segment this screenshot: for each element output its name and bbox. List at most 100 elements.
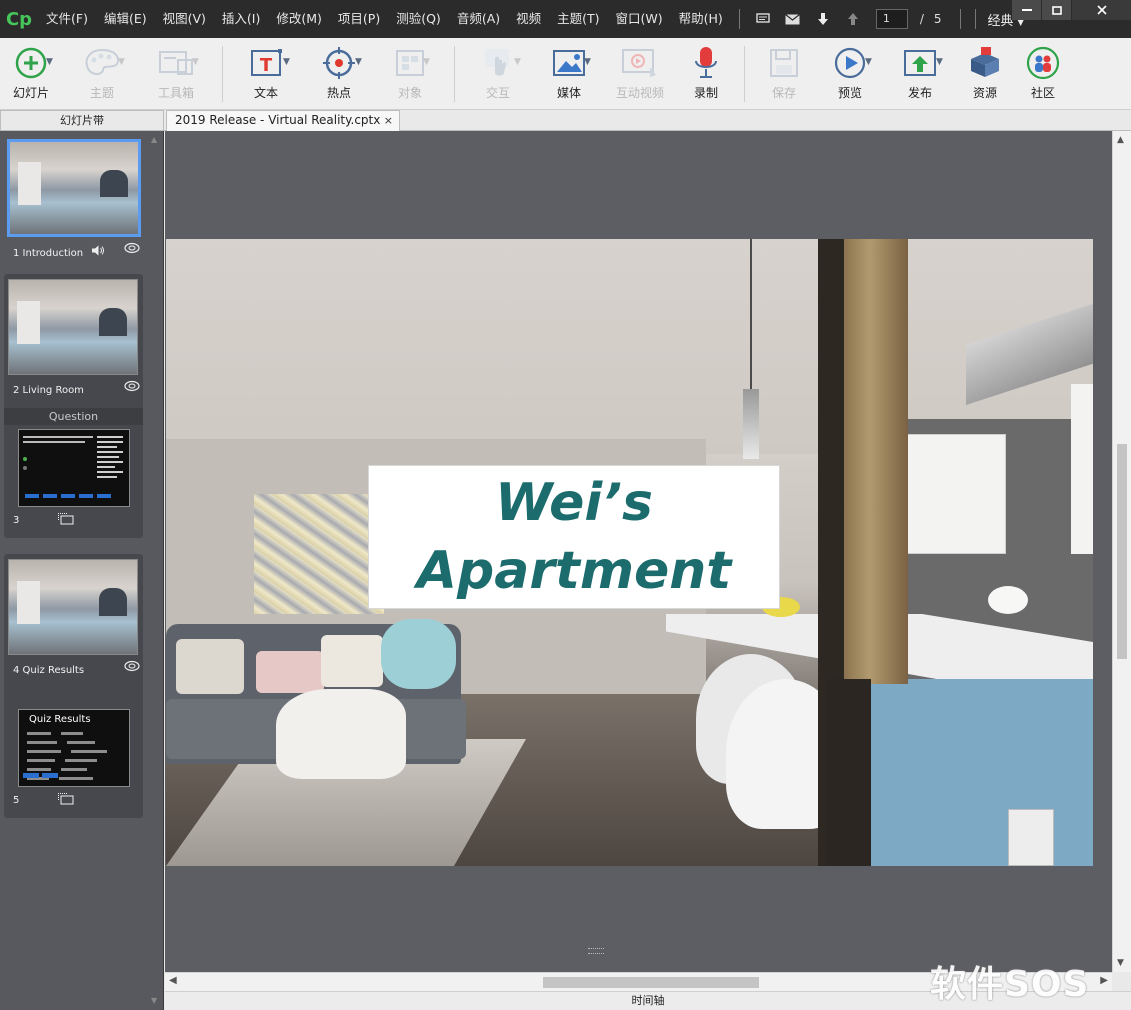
page-number-input[interactable]: 1	[875, 9, 908, 29]
toolbar-save-button[interactable]: 保存	[764, 38, 804, 110]
slide-thumbnail[interactable]	[7, 139, 141, 237]
toolbar-label: 资源	[972, 86, 997, 100]
question-text-lines	[23, 436, 95, 446]
vertical-scrollbar[interactable]: ▲ ▼	[1112, 131, 1131, 972]
arrow-down-icon[interactable]	[812, 8, 834, 30]
menu-help[interactable]: 帮助(H)	[671, 0, 731, 38]
toolbar-preview-button[interactable]: ▼ 预览	[825, 38, 875, 110]
toolbar-label: 预览	[837, 86, 862, 100]
text-icon: T	[249, 46, 283, 80]
quiz-slide-icon	[58, 793, 74, 808]
toolbar-label: 发布	[907, 86, 932, 100]
scroll-down-icon[interactable]: ▼	[1117, 958, 1124, 968]
filmstrip-slide-2[interactable]: 2 Living Room	[4, 274, 143, 399]
wall-outlet	[1008, 809, 1054, 866]
svg-text:T: T	[260, 55, 273, 76]
menu-separator	[738, 9, 740, 29]
scroll-down-icon[interactable]: ▼	[151, 996, 157, 1005]
arrow-up-icon[interactable]	[842, 8, 864, 30]
filmstrip-header: 幻灯片带	[0, 110, 164, 131]
slide-thumbnail[interactable]	[18, 429, 130, 507]
toolbar-object-button[interactable]: ▼ 对象	[385, 38, 435, 110]
toolbar-text-button[interactable]: T ▼ 文本	[241, 38, 291, 110]
toolbar-record-button[interactable]: 录制	[685, 38, 727, 110]
toolbar-separator	[454, 46, 455, 102]
panorama-thumbnail-image	[9, 280, 137, 374]
toolbar-label: 互动视频	[615, 86, 664, 100]
minimize-button[interactable]	[1011, 0, 1041, 20]
toolbar-assets-button[interactable]: 资源	[964, 38, 1006, 110]
wooden-post	[844, 239, 908, 684]
toolbar-slide-button[interactable]: ▼ 幻灯片	[6, 38, 56, 110]
document-tab[interactable]: 2019 Release - Virtual Reality.cptx ×	[166, 110, 400, 131]
menu-project[interactable]: 项目(P)	[330, 0, 388, 38]
app-logo: Cp	[5, 8, 33, 30]
scroll-up-icon[interactable]: ▲	[151, 135, 157, 144]
menu-theme[interactable]: 主题(T)	[549, 0, 607, 38]
menu-quiz[interactable]: 测验(Q)	[388, 0, 449, 38]
chevron-down-icon: ▼	[423, 57, 430, 67]
close-button[interactable]	[1071, 0, 1131, 20]
chevron-down-icon: ▼	[46, 57, 53, 67]
quiz-results-thumbnail-image: Quiz Results	[19, 710, 129, 786]
vertical-scroll-thumb[interactable]	[1117, 444, 1127, 659]
slide-thumbnail[interactable]: Quiz Results	[18, 709, 130, 787]
minimize-icon	[1021, 9, 1032, 11]
main-toolbar: ▼ 幻灯片 ▼ 主题 ▼ 工具箱 T ▼ 文本 ▼ 热点 ▼ 对象 ▼ 交互 ▼…	[0, 38, 1131, 110]
chevron-down-icon: ▼	[355, 57, 362, 67]
flowers	[988, 586, 1028, 614]
mail-icon[interactable]	[782, 8, 804, 30]
toolbar-interactive-video-button[interactable]: 互动视频	[612, 38, 668, 110]
kitchen-cabinet	[1071, 384, 1093, 554]
toolbar-label: 保存	[771, 86, 796, 100]
menu-view[interactable]: 视图(V)	[155, 0, 214, 38]
menu-window[interactable]: 窗口(W)	[608, 0, 671, 38]
filmstrip-slide-3[interactable]: 3	[4, 427, 143, 537]
panorama-thumbnail-image	[9, 560, 137, 654]
menu-file[interactable]: 文件(F)	[38, 0, 96, 38]
toolbar-label: 社区	[1030, 86, 1055, 100]
toolbar-publish-button[interactable]: ▼ 发布	[894, 38, 946, 110]
chevron-down-icon: ▼	[865, 57, 872, 67]
filmstrip-scrollbar[interactable]: ▲ ▼	[151, 135, 161, 1005]
resize-grip-icon[interactable]	[588, 948, 604, 954]
horizontal-scroll-thumb[interactable]	[543, 977, 759, 988]
toolbar-hotspot-button[interactable]: ▼ 热点	[313, 38, 365, 110]
menu-modify[interactable]: 修改(M)	[268, 0, 330, 38]
scroll-left-icon[interactable]: ◀	[169, 975, 177, 986]
scroll-right-icon[interactable]: ▶	[1100, 975, 1108, 986]
menu-edit[interactable]: 编辑(E)	[96, 0, 155, 38]
filmstrip-slide-4[interactable]: 4 Quiz Results	[4, 554, 143, 679]
toolbar-media-button[interactable]: ▼ 媒体	[544, 38, 594, 110]
menu-audio[interactable]: 音频(A)	[449, 0, 508, 38]
toolbar-toolbox-button[interactable]: ▼ 工具箱	[150, 38, 202, 110]
question-group-header: Question	[4, 408, 143, 425]
comment-icon[interactable]	[752, 8, 774, 30]
maximize-button[interactable]	[1041, 0, 1071, 20]
slide-title: Wei’s Apartment	[369, 466, 779, 608]
slide-label: 2 Living Room	[13, 385, 84, 396]
slide-canvas[interactable]: Wei’s Apartment	[166, 239, 1093, 866]
add-slide-icon	[15, 46, 47, 80]
wall-painting	[254, 494, 384, 614]
toolbar-community-button[interactable]: 社区	[1022, 38, 1064, 110]
question-options	[23, 456, 32, 474]
toolbar-theme-button[interactable]: ▼ 主题	[76, 38, 128, 110]
filmstrip-slide-1[interactable]: 1 Introduction	[4, 135, 143, 265]
slide-thumbnail[interactable]	[8, 279, 138, 375]
vr-360-icon	[124, 242, 140, 257]
slide-label: 5	[13, 795, 20, 806]
vr-360-icon	[124, 660, 140, 675]
menu-insert[interactable]: 插入(I)	[214, 0, 268, 38]
toolbar-label: 幻灯片	[12, 86, 49, 100]
filmstrip-slide-5[interactable]: Quiz Results 5	[4, 707, 143, 817]
close-tab-icon[interactable]: ×	[384, 111, 393, 130]
menu-video[interactable]: 视频	[508, 0, 549, 38]
pillow	[381, 619, 456, 689]
toolbar-interaction-button[interactable]: ▼ 交互	[472, 38, 524, 110]
preview-icon	[833, 46, 867, 80]
slide-title-box[interactable]: Wei’s Apartment	[368, 465, 780, 609]
slide-thumbnail[interactable]	[8, 559, 138, 655]
chevron-down-icon: ▼	[118, 57, 125, 67]
scroll-up-icon[interactable]: ▲	[1117, 135, 1124, 145]
